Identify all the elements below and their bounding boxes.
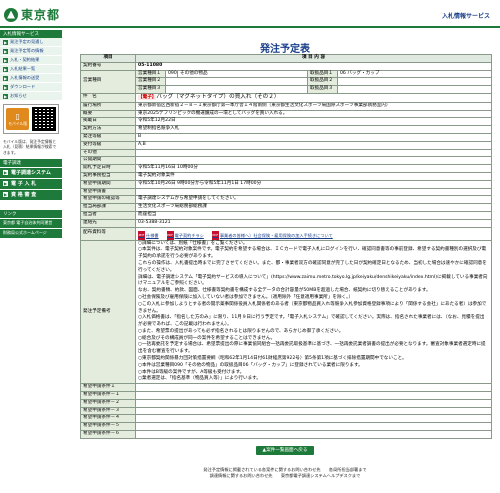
table-row: 希望申請条件－４ (80, 414, 492, 424)
page-footer: 発注予定情報に掲載されている各案件に関するお問い合わせ先 各局所担当部署まで 調… (203, 467, 367, 478)
table-row: 発注予定備考 ○詳細については、別紙「仕様書」をご覧ください。 ○本案件は、電子… (80, 239, 492, 385)
link-tokyo-e-gov[interactable]: 東京都 電子自治体共同運営 (0, 218, 62, 228)
pdf-icon: PDF (211, 230, 219, 240)
arrow-icon: ▶ (3, 39, 8, 45)
table-row: 概要 東京2025デフリンピックの機運醸成の一環としてバッグを買い入れる。 (80, 109, 492, 119)
col-header: 項目 (80, 54, 136, 63)
arrow-icon: ▶ (3, 66, 8, 72)
table-row: 希望申請条件－２ (80, 398, 492, 408)
table-row: 履行場所 東京都新宿区西新宿２－８－１東京都庁第一本庁舎１４階南側（東京都生活文化… (80, 101, 492, 111)
main-content: 発注予定表 項目 項 目 内 容 契約番号 05-11080 営業種目 営業種目１… (80, 30, 492, 455)
table-row: 希望申請書 (80, 187, 492, 197)
tokyo-emblem-icon (4, 7, 18, 22)
site-title: 入札情報サービス (441, 13, 490, 20)
table-row: 開札予定日時 令和5年11月16日 10時00分 (80, 164, 492, 173)
arrow-icon: ▶ (3, 48, 8, 54)
sidebar-item[interactable]: ▶ 発注予定の見通し (0, 38, 62, 47)
mobile-note: モバイル版は、発注予定情報と入札（見積）結果情報が検索できます。 (3, 139, 57, 155)
sidebar-item[interactable]: ▶ ダウンロード (0, 83, 62, 92)
arrow-icon: ▶ (3, 192, 8, 198)
arrow-icon: ▶ (3, 181, 8, 187)
attachment-link-flyer[interactable]: PDF 電子契約チラシ (166, 230, 204, 240)
table-row: 公開期間 (80, 156, 492, 166)
table-row: 契約事務担当 電子契約対象案件 (80, 171, 492, 181)
table-row: 連絡先 03-5388-3121 (80, 218, 492, 228)
table-row: 契約番号 05-11080 (80, 61, 492, 71)
tokyo-logo[interactable]: 東京都 (4, 6, 60, 23)
arrow-icon: ▶ (3, 93, 8, 99)
pdf-icon: PDF (138, 230, 145, 240)
e-procurement-button[interactable]: ▶ 電子調達システム (0, 167, 62, 178)
table-row: 希望申請期間 令和5年10月26日 9時00分から令和5年11月1日 17時00分 (80, 179, 492, 189)
case-name: 【電子】バッグ（マグネットタイプ）の買入れ（その２） (135, 92, 492, 103)
table-row: 希望申請条件－３ (80, 406, 492, 416)
col-header: 項 目 内 容 (135, 54, 492, 63)
arrow-icon: ▶ (3, 75, 8, 81)
mobile-box[interactable]: ▯ モバイル版 (3, 104, 59, 134)
pdf-icon: PDF (166, 230, 174, 240)
arrow-icon: ▶ (3, 84, 8, 90)
sidebar-menu-head: 入札情報サービス (0, 30, 62, 38)
sidebar-system-head: 電子調達 (0, 158, 62, 167)
page-title: 発注予定表 (260, 44, 310, 55)
attachment-link-spec[interactable]: PDF 仕様書 (138, 230, 159, 240)
table-row: その他 (80, 148, 492, 158)
table-header-row: 項目 項 目 内 容 (80, 54, 492, 63)
table-row: 希望申請条件－１ (80, 391, 492, 400)
contract-number: 05-11080 (135, 61, 492, 71)
table-row: 営業種目 営業種目１ 090 その他の物品 取扱品目１ 06 バッグ・カップ 営… (80, 69, 492, 94)
page-header: 東京都 入札情報サービス (0, 0, 500, 28)
sidebar-item[interactable]: ▶ 発注予定等の情報 (0, 47, 62, 56)
table-row: 受付等級 A,B (80, 140, 492, 150)
logo-text: 東京都 (21, 8, 61, 22)
table-row: 担当者 而座担当 (80, 210, 492, 220)
qualification-button[interactable]: ▶ 資 格 審 査 (0, 189, 62, 200)
table-row: 希望申請条件－５ (80, 422, 492, 432)
table-row: 件 名【電子】バッグ（マグネットタイプ）の買入れ（その２） (80, 92, 492, 103)
sidebar-item[interactable]: ▶ 入札結果一覧 (0, 65, 62, 74)
table-row: 配布資料等 PDF 仕様書 PDF 電子契約チラシ PDF 事業者の皆様へ）社会保険・… (80, 226, 492, 241)
link-finance-bureau[interactable]: 財務局公式ホームページ (0, 228, 62, 238)
attachment-link-insurance[interactable]: PDF 事業者の皆様へ）社会保険・雇用保険の加入手続きについて (211, 230, 333, 240)
table-row: 担当局部課 生活文化スポーツ局総務部総務課 (80, 203, 492, 212)
table-row: 希望申請の確認等 電子調達システムから希望申請をしてください。 (80, 195, 492, 205)
sidebar-item[interactable]: ▶ 入札・契約結果 (0, 56, 62, 65)
qr-code-icon (32, 107, 56, 131)
table-row: 掲載日 令和5年12月22日 (80, 117, 492, 127)
sidebar-item[interactable]: ▶ 入札情報の送受 (0, 74, 62, 83)
back-to-list-button[interactable]: ▲案件一覧画面へ戻る (256, 445, 314, 455)
order-notes: ○詳細については、別紙「仕様書」をご覧ください。 ○本案件は、電子契約対象案件で… (135, 239, 492, 385)
detail-table: 項目 項 目 内 容 契約番号 05-11080 営業種目 営業種目１ 090 そ… (80, 54, 492, 439)
e-bidding-button[interactable]: ▶ 電 子 入 札 (0, 178, 62, 189)
sidebar: 入札情報サービス ▶ 発注予定の見通し ▶ 発注予定等の情報 ▶ 入札・契約結果 ▶ 入… (0, 30, 62, 493)
arrow-icon: ▶ (3, 170, 8, 176)
sidebar-links-head: リンク (0, 209, 62, 218)
table-row: 希望申請条件１ (80, 383, 492, 393)
sidebar-item[interactable]: ▶ お知らせ (0, 92, 62, 101)
arrow-icon: ▶ (3, 57, 8, 63)
mobile-phone-icon: ▯ モバイル版 (6, 108, 30, 130)
table-row: 希望申請条件－６ (80, 430, 492, 439)
table-row: 発注等級 B (80, 132, 492, 142)
table-row: 契約方法 希望制指名競争入札 (80, 125, 492, 134)
